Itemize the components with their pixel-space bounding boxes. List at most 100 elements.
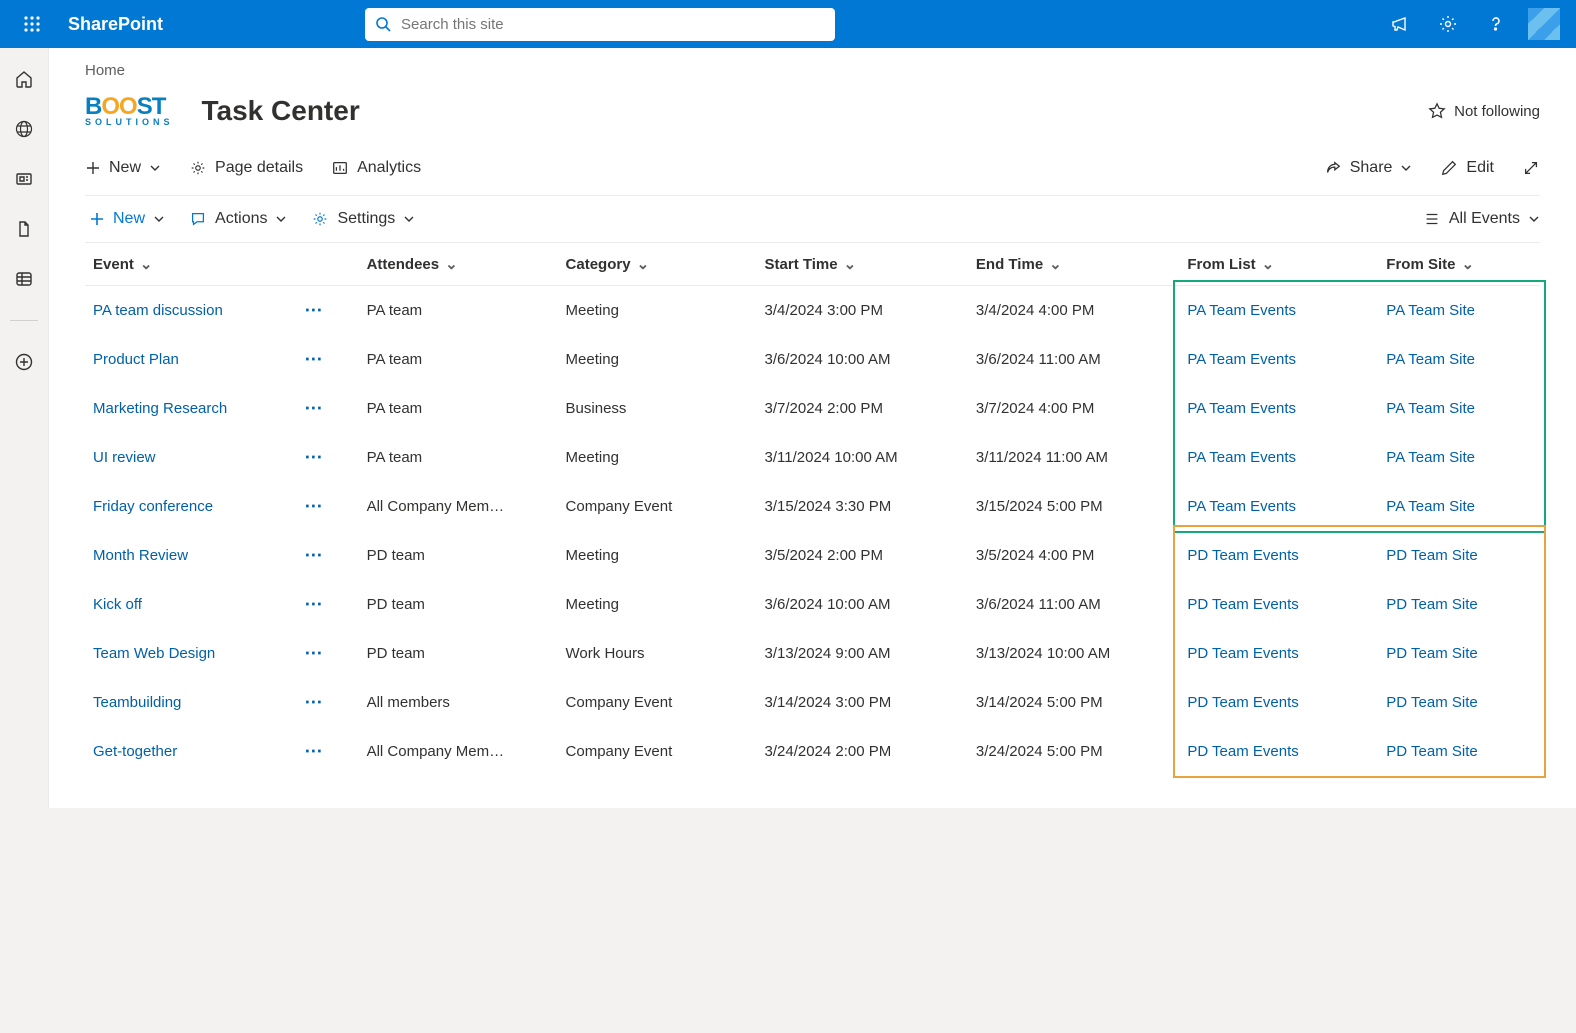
table-row[interactable]: Teambuilding⋯All membersCompany Event3/1… <box>85 678 1540 727</box>
row-more-button[interactable]: ⋯ <box>296 727 358 776</box>
table-row[interactable]: Get-together⋯All Company Mem…Company Eve… <box>85 727 1540 776</box>
cell-from-list[interactable]: PD Team Events <box>1179 727 1378 776</box>
share-button[interactable]: Share <box>1324 159 1413 177</box>
cell-end: 3/6/2024 11:00 AM <box>968 580 1179 629</box>
search-input[interactable] <box>401 16 825 33</box>
new-page-button[interactable]: New <box>85 159 161 177</box>
follow-button[interactable]: Not following <box>1428 102 1540 120</box>
cell-from-site[interactable]: PD Team Site <box>1378 531 1540 580</box>
cell-from-list[interactable]: PD Team Events <box>1179 580 1378 629</box>
col-from-site[interactable]: From Site⌄ <box>1378 243 1540 286</box>
cell-from-list[interactable]: PA Team Events <box>1179 286 1378 336</box>
cell-from-site[interactable]: PA Team Site <box>1378 384 1540 433</box>
site-logo[interactable]: BOOSTSOLUTIONS <box>85 96 174 126</box>
cell-event[interactable]: Friday conference <box>85 482 296 531</box>
nav-home[interactable] <box>13 68 35 90</box>
table-row[interactable]: Product Plan⋯PA teamMeeting3/6/2024 10:0… <box>85 335 1540 384</box>
cell-event[interactable]: Marketing Research <box>85 384 296 433</box>
actions-label: Actions <box>215 210 267 228</box>
cell-category: Meeting <box>558 335 757 384</box>
breadcrumb[interactable]: Home <box>85 48 1540 79</box>
cell-event[interactable]: Month Review <box>85 531 296 580</box>
cell-from-site[interactable]: PD Team Site <box>1378 629 1540 678</box>
cell-from-list[interactable]: PA Team Events <box>1179 482 1378 531</box>
page-details-button[interactable]: Page details <box>189 159 303 177</box>
row-more-button[interactable]: ⋯ <box>296 531 358 580</box>
cell-event[interactable]: Product Plan <box>85 335 296 384</box>
cell-attendees: All Company Mem… <box>359 482 558 531</box>
table-row[interactable]: Marketing Research⋯PA teamBusiness3/7/20… <box>85 384 1540 433</box>
cell-event[interactable]: Team Web Design <box>85 629 296 678</box>
row-more-button[interactable]: ⋯ <box>296 286 358 336</box>
cell-from-site[interactable]: PA Team Site <box>1378 335 1540 384</box>
list-new-label: New <box>113 210 145 228</box>
col-from-list[interactable]: From List⌄ <box>1179 243 1378 286</box>
cell-from-site[interactable]: PA Team Site <box>1378 433 1540 482</box>
cell-from-site[interactable]: PD Team Site <box>1378 727 1540 776</box>
col-start[interactable]: Start Time⌄ <box>757 243 968 286</box>
cell-category: Company Event <box>558 727 757 776</box>
table-row[interactable]: Kick off⋯PD teamMeeting3/6/2024 10:00 AM… <box>85 580 1540 629</box>
view-switcher[interactable]: All Events <box>1423 210 1540 228</box>
app-launcher-button[interactable] <box>8 0 56 48</box>
avatar[interactable] <box>1528 8 1560 40</box>
col-attendees[interactable]: Attendees⌄ <box>359 243 558 286</box>
cell-from-list[interactable]: PA Team Events <box>1179 433 1378 482</box>
table-row[interactable]: Month Review⋯PD teamMeeting3/5/2024 2:00… <box>85 531 1540 580</box>
megaphone-button[interactable] <box>1376 0 1424 48</box>
nav-files[interactable] <box>13 218 35 240</box>
cell-from-site[interactable]: PD Team Site <box>1378 580 1540 629</box>
table-row[interactable]: Friday conference⋯All Company Mem…Compan… <box>85 482 1540 531</box>
cell-from-site[interactable]: PA Team Site <box>1378 286 1540 336</box>
cell-from-list[interactable]: PD Team Events <box>1179 531 1378 580</box>
file-icon <box>14 219 34 239</box>
cell-event[interactable]: Teambuilding <box>85 678 296 727</box>
table-row[interactable]: PA team discussion⋯PA teamMeeting3/4/202… <box>85 286 1540 336</box>
cell-event[interactable]: Kick off <box>85 580 296 629</box>
nav-create[interactable] <box>13 351 35 373</box>
cell-start: 3/7/2024 2:00 PM <box>757 384 968 433</box>
row-more-button[interactable]: ⋯ <box>296 678 358 727</box>
cell-from-list[interactable]: PD Team Events <box>1179 629 1378 678</box>
cell-from-site[interactable]: PA Team Site <box>1378 482 1540 531</box>
cell-from-list[interactable]: PA Team Events <box>1179 384 1378 433</box>
table-row[interactable]: UI review⋯PA teamMeeting3/11/2024 10:00 … <box>85 433 1540 482</box>
cell-from-list[interactable]: PA Team Events <box>1179 335 1378 384</box>
cell-event[interactable]: PA team discussion <box>85 286 296 336</box>
row-more-button[interactable]: ⋯ <box>296 433 358 482</box>
cell-end: 3/5/2024 4:00 PM <box>968 531 1179 580</box>
nav-lists[interactable] <box>13 268 35 290</box>
cell-category: Work Hours <box>558 629 757 678</box>
row-more-button[interactable]: ⋯ <box>296 384 358 433</box>
chevron-down-icon <box>1400 162 1412 174</box>
row-more-button[interactable]: ⋯ <box>296 580 358 629</box>
nav-news[interactable] <box>13 168 35 190</box>
nav-global[interactable] <box>13 118 35 140</box>
cell-from-list[interactable]: PD Team Events <box>1179 678 1378 727</box>
table-row[interactable]: Team Web Design⋯PD teamWork Hours3/13/20… <box>85 629 1540 678</box>
pencil-icon <box>1440 159 1458 177</box>
cell-category: Business <box>558 384 757 433</box>
cell-from-site[interactable]: PD Team Site <box>1378 678 1540 727</box>
news-icon <box>14 169 34 189</box>
col-event[interactable]: Event⌄ <box>85 243 296 286</box>
actions-button[interactable]: Actions <box>189 210 287 228</box>
gear-icon <box>311 210 329 228</box>
analytics-button[interactable]: Analytics <box>331 159 421 177</box>
row-more-button[interactable]: ⋯ <box>296 629 358 678</box>
row-more-button[interactable]: ⋯ <box>296 482 358 531</box>
help-button[interactable] <box>1472 0 1520 48</box>
settings-button[interactable] <box>1424 0 1472 48</box>
cell-end: 3/14/2024 5:00 PM <box>968 678 1179 727</box>
brand-label[interactable]: SharePoint <box>56 14 175 35</box>
list-new-button[interactable]: New <box>89 210 165 228</box>
list-settings-button[interactable]: Settings <box>311 210 415 228</box>
col-end[interactable]: End Time⌄ <box>968 243 1179 286</box>
cell-event[interactable]: Get-together <box>85 727 296 776</box>
cell-event[interactable]: UI review <box>85 433 296 482</box>
col-category[interactable]: Category⌄ <box>558 243 757 286</box>
row-more-button[interactable]: ⋯ <box>296 335 358 384</box>
search-box[interactable] <box>365 8 835 41</box>
edit-button[interactable]: Edit <box>1440 159 1494 177</box>
expand-button[interactable] <box>1522 159 1540 177</box>
